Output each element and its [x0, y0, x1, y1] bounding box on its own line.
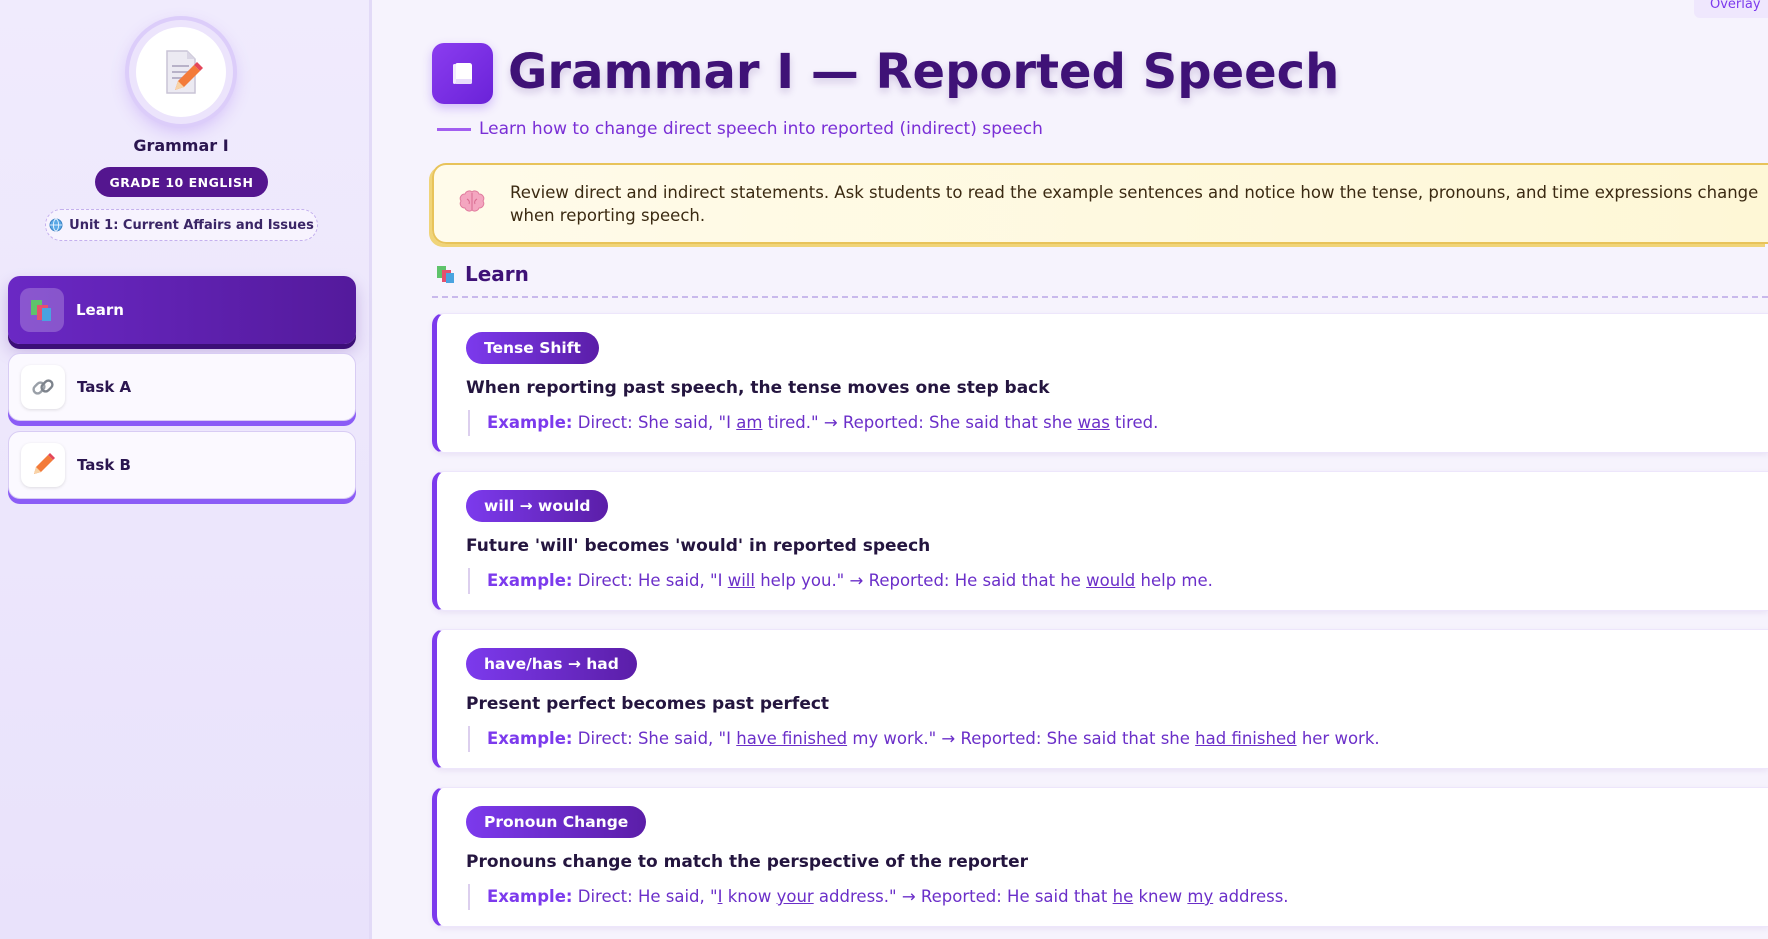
example-text: address." → Reported: He said that — [813, 887, 1113, 906]
card-rule: When reporting past speech, the tense mo… — [466, 378, 1050, 398]
lesson-card: Tense Shift When reporting past speech, … — [432, 313, 1768, 453]
section-title: Learn — [465, 262, 529, 286]
avatar — [129, 20, 233, 124]
card-example: Example: Direct: She said, "I am tired."… — [468, 410, 1158, 436]
example-text: Direct: She said, "I — [577, 729, 737, 748]
example-highlight: will — [727, 571, 755, 590]
overlay-tab[interactable]: Overlay — [1694, 0, 1768, 18]
sidebar-item-label: Learn — [76, 301, 124, 319]
example-text: knew — [1133, 887, 1188, 906]
example-highlight: am — [736, 413, 763, 432]
example-text: help me. — [1135, 571, 1213, 590]
card-rule: Future 'will' becomes 'would' in reporte… — [466, 536, 931, 556]
example-highlight: he — [1112, 887, 1134, 906]
page-subtitle: Learn how to change direct speech into r… — [479, 119, 1043, 139]
example-text: address. — [1213, 887, 1289, 906]
example-text: tired." → Reported: She said that she — [762, 413, 1078, 432]
sidebar-item-task-a[interactable]: Task A — [8, 353, 356, 421]
main-content: Overlay Grammar I — Reported Speech Lear… — [375, 0, 1768, 939]
card-badge: have/has → had — [466, 648, 637, 680]
example-highlight: my — [1187, 887, 1214, 906]
card-badge: Tense Shift — [466, 332, 599, 364]
section-heading: Learn — [435, 262, 529, 286]
grade-badge: GRADE 10 ENGLISH — [95, 167, 268, 197]
card-badge: will → would — [466, 490, 609, 522]
unit-label: Unit 1: Current Affairs and Issues — [69, 217, 314, 233]
example-highlight: would — [1086, 571, 1136, 590]
example-label: Example: — [487, 887, 573, 906]
example-text: Direct: She said, "I — [577, 413, 737, 432]
subtitle-accent-line — [437, 128, 471, 131]
teacher-note: Review direct and indirect statements. A… — [432, 163, 1768, 244]
book-icon — [432, 43, 493, 104]
section-divider — [432, 296, 1768, 298]
link-icon — [21, 365, 65, 409]
lesson-card: have/has → had Present perfect becomes p… — [432, 629, 1768, 769]
example-text: Direct: He said, "I — [577, 571, 728, 590]
card-rule: Pronouns change to match the perspective… — [466, 852, 1029, 872]
card-example: Example: Direct: She said, "I have finis… — [468, 726, 1380, 752]
example-text: Direct: He said, " — [577, 887, 718, 906]
example-label: Example: — [487, 729, 573, 748]
example-text: her work. — [1296, 729, 1380, 748]
example-highlight: your — [776, 887, 814, 906]
brain-icon — [459, 190, 485, 212]
example-text: tired. — [1109, 413, 1159, 432]
sidebar-title: Grammar I — [133, 136, 229, 155]
example-text: my work." → Reported: She said that she — [847, 729, 1196, 748]
sidebar-item-label: Task B — [77, 456, 131, 474]
pencil-icon — [21, 443, 65, 487]
sidebar-item-label: Task A — [77, 378, 132, 396]
example-text: know — [722, 887, 777, 906]
example-highlight: have finished — [736, 729, 848, 748]
document-pencil-icon — [166, 50, 203, 94]
example-highlight: was — [1077, 413, 1110, 432]
example-text: help you." → Reported: He said that he — [754, 571, 1087, 590]
globe-icon — [49, 218, 63, 232]
books-icon — [437, 266, 454, 283]
lesson-card: Pronoun Change Pronouns change to match … — [432, 787, 1768, 927]
example-label: Example: — [487, 571, 573, 590]
lesson-card: will → would Future 'will' becomes 'woul… — [432, 471, 1768, 611]
teacher-note-text: Review direct and indirect statements. A… — [510, 183, 1759, 225]
sidebar-item-task-b[interactable]: Task B — [8, 431, 356, 499]
card-badge: Pronoun Change — [466, 806, 647, 838]
sidebar-item-learn[interactable]: Learn — [8, 276, 356, 344]
card-rule: Present perfect becomes past perfect — [466, 694, 830, 714]
sidebar: Grammar I GRADE 10 ENGLISH Unit 1: Curre… — [0, 0, 372, 939]
example-highlight: had finished — [1195, 729, 1297, 748]
page-title: Grammar I — Reported Speech — [508, 44, 1340, 100]
books-icon — [20, 288, 64, 332]
card-example: Example: Direct: He said, "I know your a… — [468, 884, 1289, 910]
card-example: Example: Direct: He said, "I will help y… — [468, 568, 1213, 594]
example-label: Example: — [487, 413, 573, 432]
unit-chip: Unit 1: Current Affairs and Issues — [45, 209, 318, 241]
